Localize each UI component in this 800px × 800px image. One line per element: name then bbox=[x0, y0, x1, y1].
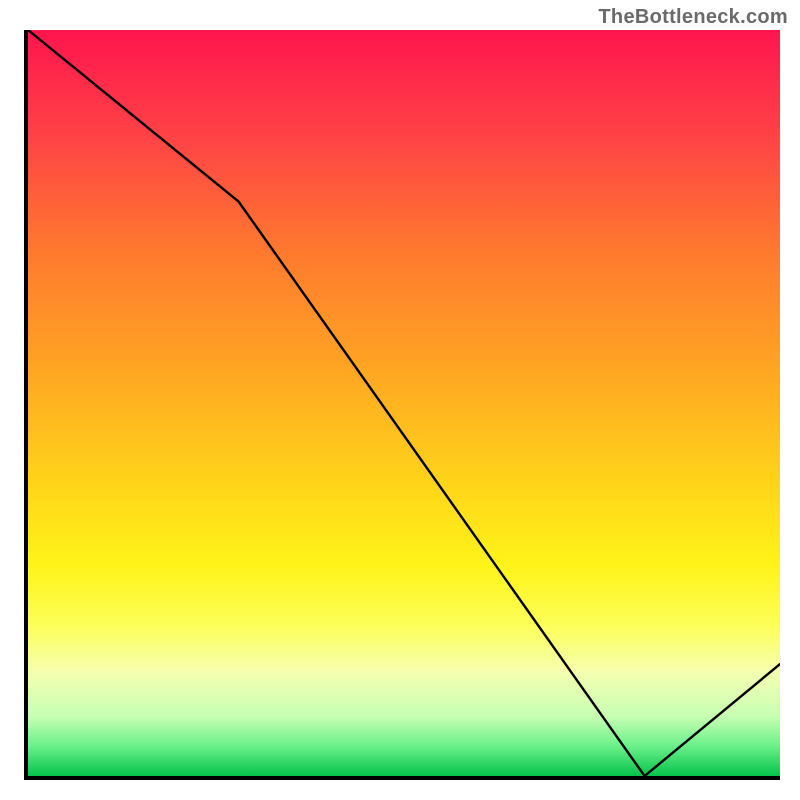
plot-area bbox=[24, 30, 780, 780]
chart-figure: TheBottleneck.com bbox=[0, 0, 800, 800]
bottleneck-curve-path bbox=[28, 30, 780, 776]
attribution-label: TheBottleneck.com bbox=[598, 6, 788, 29]
curve-svg bbox=[28, 30, 780, 776]
